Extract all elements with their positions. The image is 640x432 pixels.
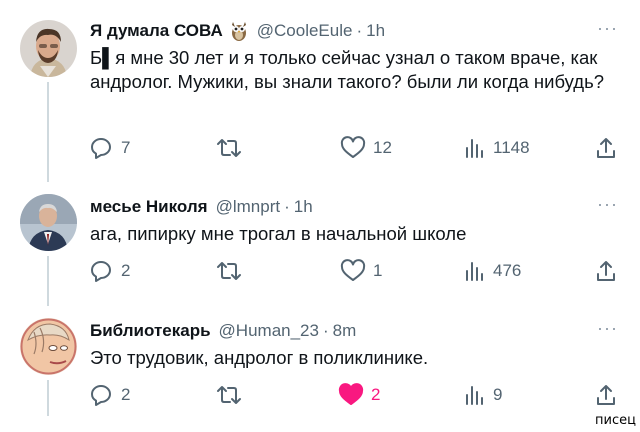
retweet-icon	[217, 386, 241, 404]
reply-icon	[90, 261, 111, 282]
retweet-icon	[217, 139, 241, 157]
tweet-text: Это трудовик, андролог в поликлинике.	[90, 347, 429, 368]
tweet-3[interactable]: Библиотекарь @Human_23 · 8m ··· Это труд…	[0, 302, 640, 432]
reply-count: 2	[121, 261, 131, 280]
reply-count: 7	[121, 138, 131, 157]
user-handle[interactable]: @CooleEule	[257, 21, 353, 41]
thread-line	[47, 380, 49, 416]
separator-dot: ·	[356, 21, 363, 40]
tweet-header: Я думала СОВА @CooleEule · 1h	[90, 20, 385, 42]
share-button[interactable]	[594, 135, 618, 161]
display-name[interactable]: Я думала СОВА	[90, 21, 223, 41]
tweet-actions: 2 1 476	[90, 258, 620, 284]
tweet-1[interactable]: Я думала СОВА @CooleEule · 1h ··· Б▌я мн…	[0, 0, 640, 182]
retweet-button[interactable]	[216, 382, 249, 408]
more-options-icon[interactable]: ···	[597, 318, 618, 339]
timestamp[interactable]: 1h	[366, 21, 385, 41]
heart-icon	[340, 136, 366, 158]
avatar[interactable]	[20, 318, 77, 375]
like-count: 12	[373, 138, 392, 157]
owl-emoji-icon	[229, 20, 249, 42]
reply-button[interactable]: 7	[90, 135, 130, 161]
display-name[interactable]: Библиотекарь	[90, 321, 211, 341]
heart-icon	[340, 259, 366, 281]
more-options-icon[interactable]: ···	[597, 18, 618, 39]
separator-dot: ·	[322, 321, 329, 340]
tweet-text: ага, пипирку мне трогал в начальной школ…	[90, 223, 467, 244]
display-name[interactable]: месье Николя	[90, 197, 208, 217]
timestamp[interactable]: 8m	[333, 321, 357, 341]
reply-button[interactable]: 2	[90, 382, 130, 408]
reply-count: 2	[121, 385, 131, 404]
views-button[interactable]: 1148	[462, 135, 530, 161]
view-count: 476	[493, 261, 522, 280]
views-chart-icon	[466, 139, 483, 158]
tweet-2[interactable]: месье Николя @lmnprt · 1h ··· ага, пипир…	[0, 178, 640, 306]
views-button[interactable]: 476	[462, 258, 521, 284]
reply-icon	[90, 385, 111, 406]
reply-icon	[90, 138, 111, 159]
retweet-icon	[217, 262, 241, 280]
watermark-text: писец	[595, 413, 636, 428]
share-icon	[597, 385, 615, 405]
tweet-actions: 2 2 9	[90, 382, 620, 408]
share-icon	[597, 261, 615, 281]
tweet-header: Библиотекарь @Human_23 · 8m	[90, 320, 356, 342]
user-handle[interactable]: @lmnprt	[216, 197, 281, 217]
views-chart-icon	[466, 386, 483, 405]
heart-filled-icon	[338, 383, 364, 405]
like-button[interactable]: 1	[340, 258, 382, 284]
avatar[interactable]	[20, 20, 77, 77]
avatar[interactable]	[20, 194, 77, 251]
like-button-active[interactable]: 2	[338, 382, 380, 408]
reply-button[interactable]: 2	[90, 258, 130, 284]
thread-line	[47, 82, 49, 182]
tweet-header: месье Николя @lmnprt · 1h	[90, 196, 313, 218]
timestamp[interactable]: 1h	[294, 197, 313, 217]
retweet-button[interactable]	[216, 135, 249, 161]
view-count: 9	[493, 385, 503, 404]
views-chart-icon	[466, 262, 483, 281]
retweet-button[interactable]	[216, 258, 249, 284]
tweet-text: Б▌я мне 30 лет и я только сейчас узнал о…	[90, 47, 605, 92]
share-button[interactable]	[594, 258, 618, 284]
views-button[interactable]: 9	[462, 382, 502, 408]
user-handle[interactable]: @Human_23	[219, 321, 319, 341]
tweet-thread: Я думала СОВА @CooleEule · 1h ··· Б▌я мн…	[0, 0, 640, 432]
view-count: 1148	[493, 138, 530, 157]
like-count: 2	[371, 385, 381, 404]
thread-line	[47, 256, 49, 306]
like-count: 1	[373, 261, 383, 280]
separator-dot: ·	[284, 197, 290, 216]
share-button[interactable]	[594, 382, 618, 408]
tweet-actions: 7 12 1148	[90, 135, 620, 161]
share-icon	[597, 138, 615, 158]
like-button[interactable]: 12	[340, 135, 392, 161]
more-options-icon[interactable]: ···	[597, 194, 618, 215]
